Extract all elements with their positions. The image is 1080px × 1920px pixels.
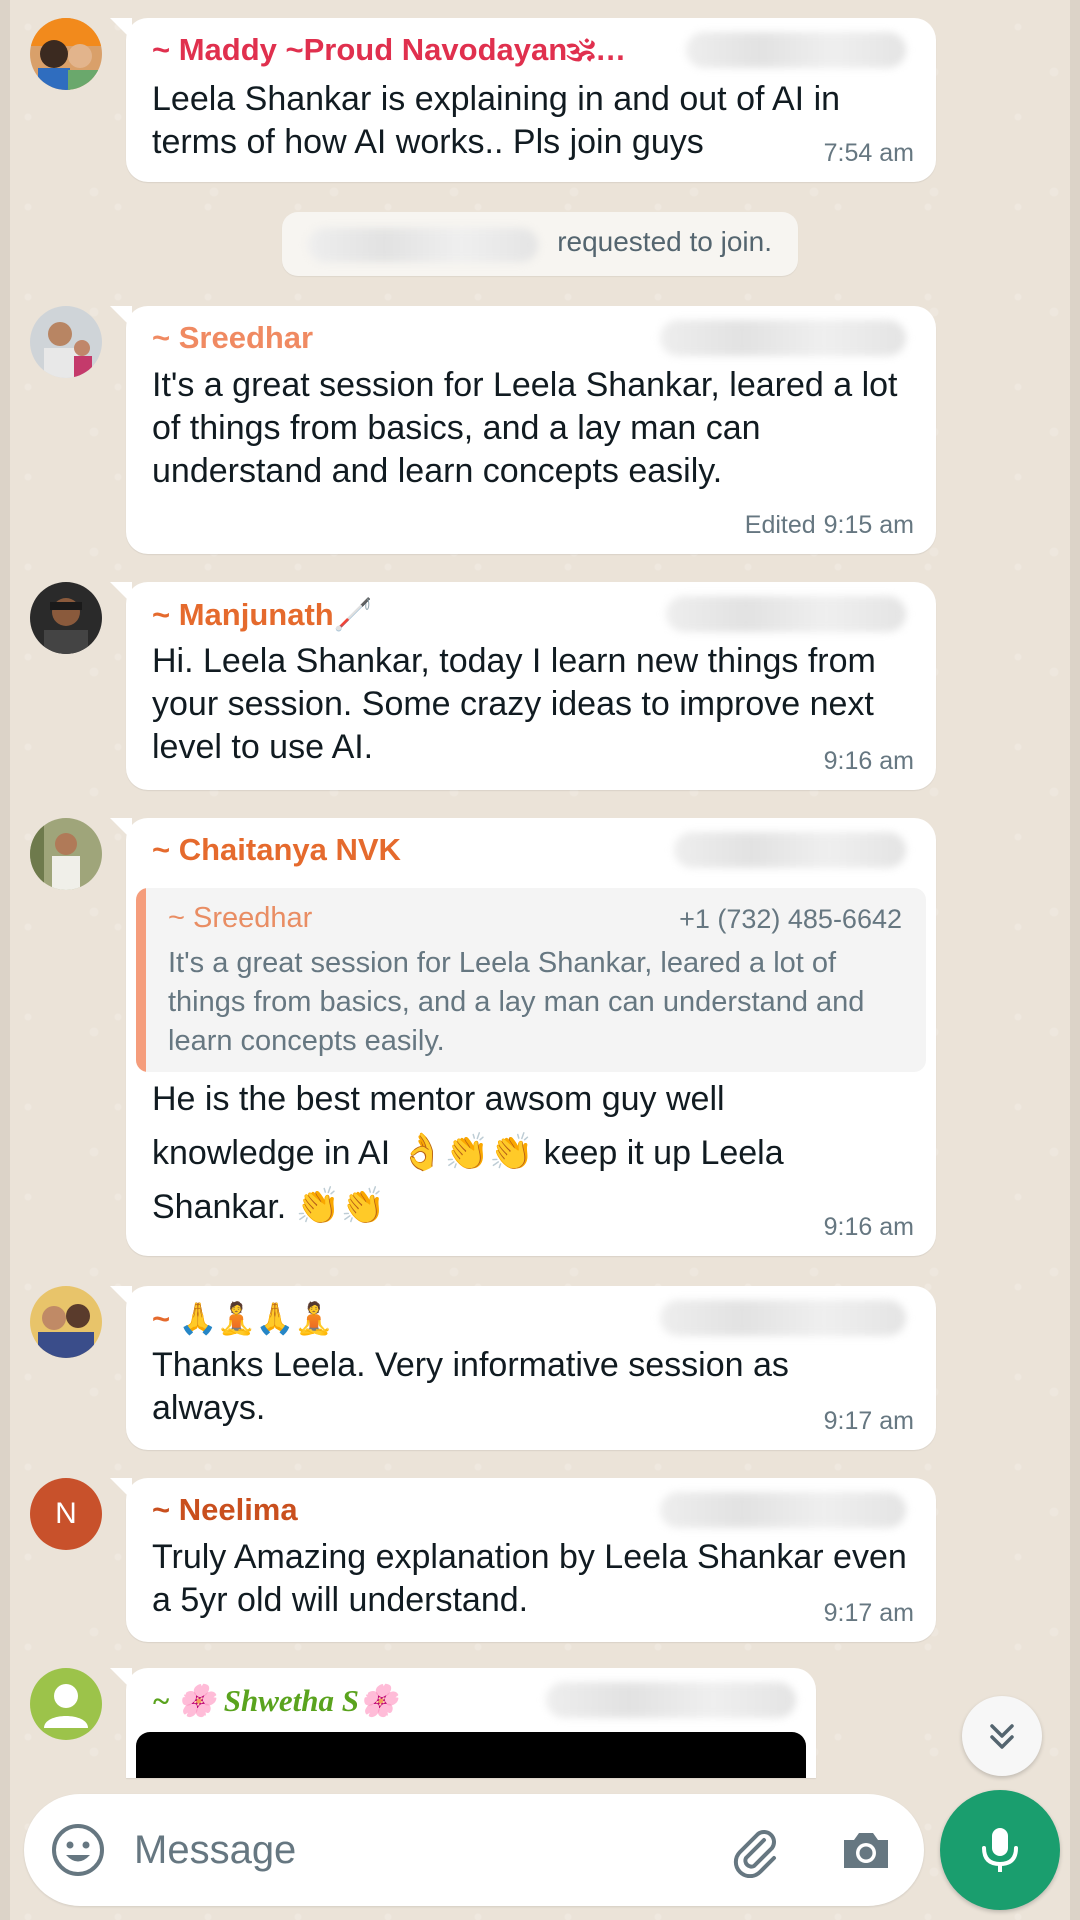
redacted-phone xyxy=(546,1682,796,1718)
clap-emoji: 👏👏 xyxy=(295,1186,386,1227)
quoted-sender: ~ Sreedhar xyxy=(168,902,313,934)
emoji-icon xyxy=(52,1824,104,1876)
camera-button[interactable] xyxy=(836,1820,896,1880)
quote-accent-bar xyxy=(136,888,146,1072)
message-text: Truly Amazing explanation by Leela Shank… xyxy=(152,1538,907,1619)
avatar-sreedhar[interactable] xyxy=(30,306,102,378)
redacted-phone xyxy=(660,1300,906,1336)
redacted-phone xyxy=(666,596,906,632)
redacted-name xyxy=(308,228,538,262)
message-text: Leela Shankar is explaining in and out o… xyxy=(152,80,841,161)
message-bubble[interactable]: ~ 🙏🧘🙏🧘 Thanks Leela. Very informative se… xyxy=(110,1286,936,1450)
message-bubble[interactable]: ~ Neelima Truly Amazing explanation by L… xyxy=(110,1478,936,1642)
sender-name[interactable]: ~ Chaitanya NVK xyxy=(152,832,401,868)
media-preview[interactable] xyxy=(136,1732,806,1778)
avatar-chaitanya[interactable] xyxy=(30,818,102,890)
avatar-neelima[interactable]: N xyxy=(30,1478,102,1550)
avatar-manjunath[interactable] xyxy=(30,582,102,654)
message-time: 7:54 am xyxy=(823,139,914,167)
quoted-message[interactable]: ~ Sreedhar +1 (732) 485-6642 It's a grea… xyxy=(136,888,926,1072)
redacted-phone xyxy=(660,1492,906,1528)
message-time: 9:16 am xyxy=(823,747,914,775)
message-bubble[interactable]: ~ Manjunath🦯 Hi. Leela Shankar, today I … xyxy=(110,582,936,790)
screen-edge-left xyxy=(0,0,10,1920)
message-bubble[interactable]: ~ Sreedhar It's a great session for Leel… xyxy=(110,306,936,554)
message-composer xyxy=(24,1794,924,1906)
message-text: It's a great session for Leela Shankar, … xyxy=(152,366,898,490)
message-text: Hi. Leela Shankar, today I learn new thi… xyxy=(152,642,876,766)
message-text: Thanks Leela. Very informative session a… xyxy=(152,1346,789,1427)
message-time: 9:16 am xyxy=(823,1213,914,1241)
avatar-maddy[interactable] xyxy=(30,18,102,90)
redacted-phone xyxy=(686,32,906,68)
text-fragment: Shankar. xyxy=(152,1188,287,1226)
message-time: 9:17 am xyxy=(823,1407,914,1435)
system-notice: requested to join. xyxy=(282,212,798,276)
ok-clap-emoji: 👌👏👏 xyxy=(399,1132,535,1173)
text-fragment: keep it up Leela xyxy=(543,1134,784,1172)
message-time-wrap: Edited 9:15 am xyxy=(745,511,914,540)
avatar-letter: N xyxy=(55,1497,77,1530)
emoji-button[interactable] xyxy=(48,1820,108,1880)
message-text-line: Shankar. 👏👏 xyxy=(152,1180,910,1234)
quoted-text: It's a great session for Leela Shankar, … xyxy=(168,947,865,1057)
camera-icon xyxy=(844,1833,888,1868)
voice-message-button[interactable] xyxy=(940,1790,1060,1910)
avatar-placeholder[interactable] xyxy=(30,1668,102,1740)
system-notice-text: requested to join. xyxy=(557,226,772,257)
redacted-phone xyxy=(660,320,906,356)
sender-name[interactable]: ~ Sreedhar xyxy=(152,320,313,356)
message-input[interactable] xyxy=(134,1822,694,1878)
sender-name[interactable]: ~ Maddy ~Proud Navodayan🕉… xyxy=(152,32,626,69)
quoted-phone: +1 (732) 485-6642 xyxy=(679,904,902,934)
sender-name[interactable]: ~ Neelima xyxy=(152,1492,298,1528)
message-bubble[interactable]: ~ Maddy ~Proud Navodayan🕉… Leela Shankar… xyxy=(110,18,936,182)
microphone-icon xyxy=(982,1828,1018,1872)
sender-name[interactable]: ~ Manjunath🦯 xyxy=(152,596,372,633)
message-text-line: knowledge in AI 👌👏👏 keep it up Leela xyxy=(152,1126,910,1180)
scroll-to-bottom-button[interactable] xyxy=(962,1696,1042,1776)
message-bubble[interactable]: ~ Chaitanya NVK ~ Sreedhar +1 (732) 485-… xyxy=(110,818,936,1256)
message-time: 9:15 am xyxy=(823,511,914,539)
message-time: 9:17 am xyxy=(823,1599,914,1627)
redacted-phone xyxy=(674,832,906,868)
sender-name[interactable]: ~ 🌸 Shwetha S🌸 xyxy=(152,1682,398,1719)
sender-name[interactable]: ~ 🙏🧘🙏🧘 xyxy=(152,1300,333,1337)
attach-button[interactable] xyxy=(724,1820,784,1880)
avatar-group-member[interactable] xyxy=(30,1286,102,1358)
message-text: He is the best mentor awsom guy well kno… xyxy=(152,1072,910,1234)
screen-edge-right xyxy=(1070,0,1080,1920)
text-fragment: knowledge in AI xyxy=(152,1134,391,1172)
message-text-line: He is the best mentor awsom guy well xyxy=(152,1080,725,1118)
edited-label: Edited xyxy=(744,511,816,539)
message-bubble[interactable]: ~ 🌸 Shwetha S🌸 xyxy=(110,1668,816,1778)
paperclip-icon xyxy=(733,1830,776,1878)
double-chevron-down-icon xyxy=(990,1724,1014,1749)
